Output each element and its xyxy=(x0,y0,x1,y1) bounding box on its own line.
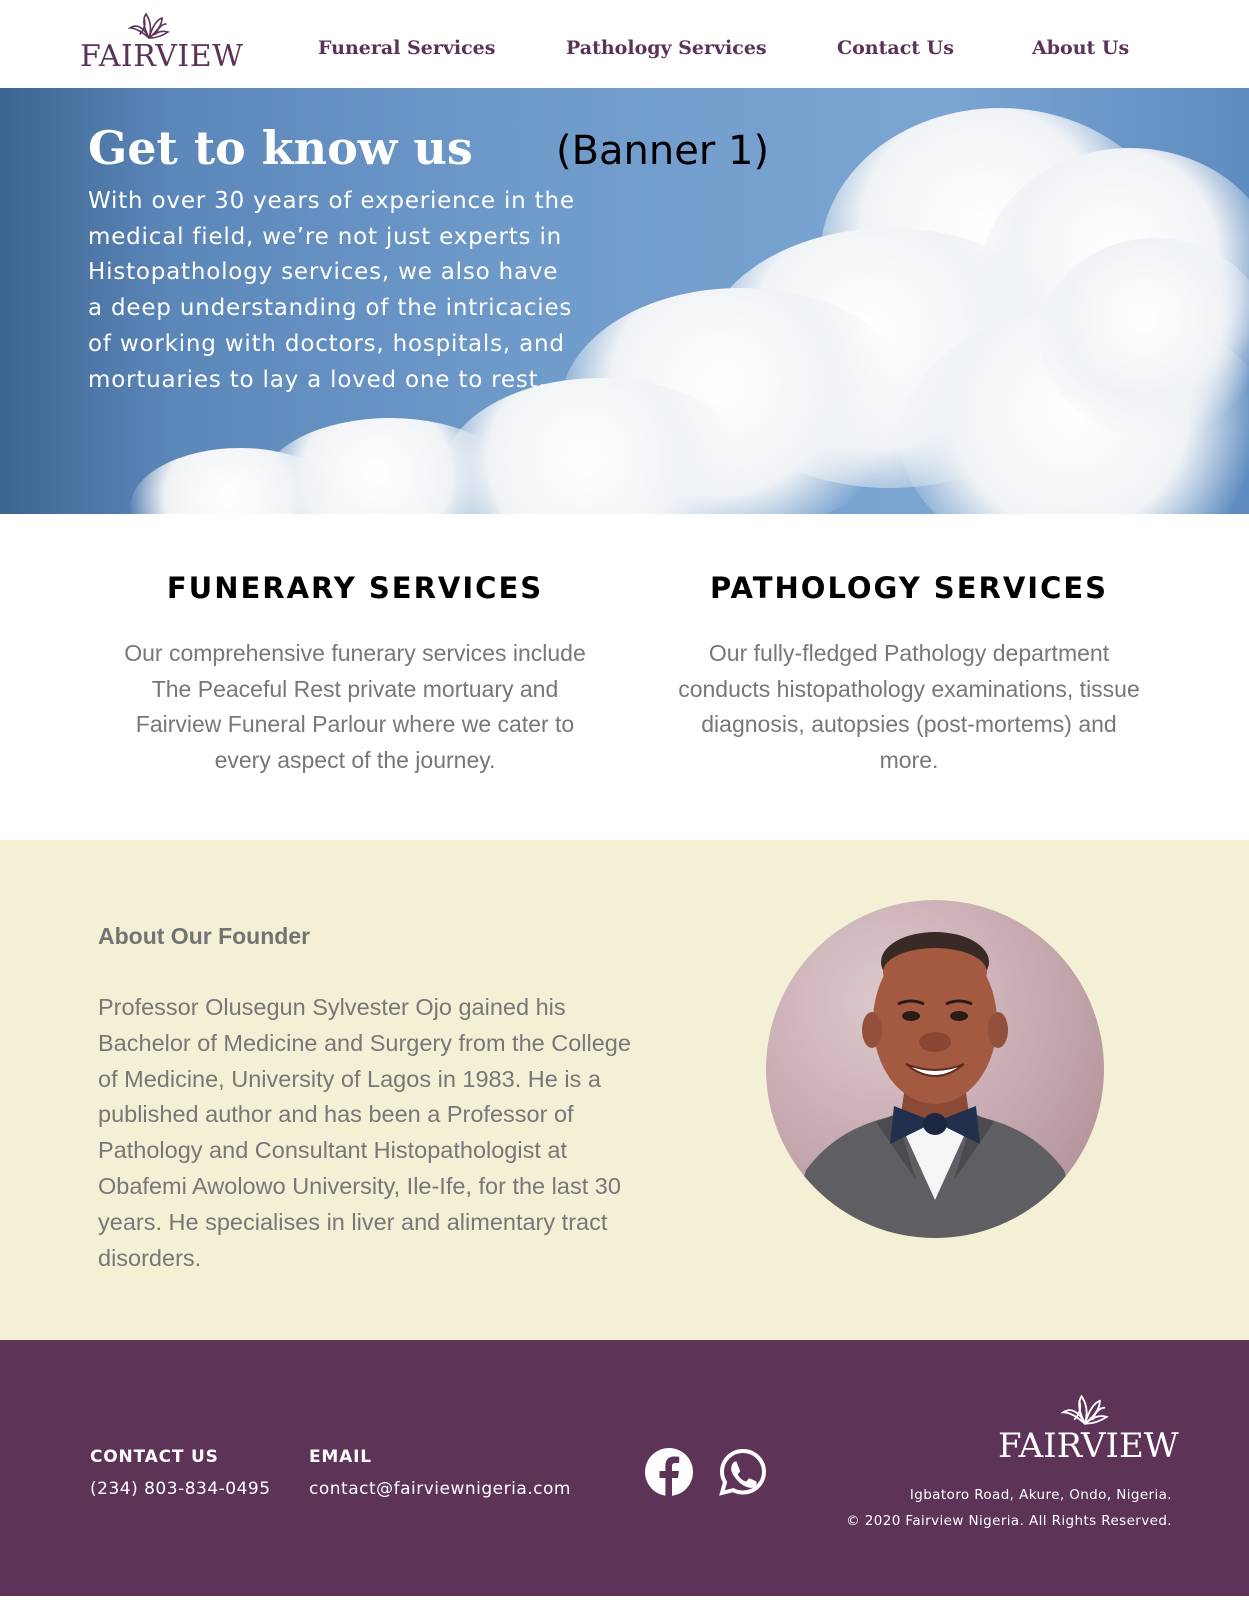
footer-logo[interactable]: FAIRVIEW xyxy=(998,1394,1179,1466)
footer-copyright: © 2020 Fairview Nigeria. All Rights Rese… xyxy=(846,1513,1172,1529)
pathology-services-text: Our fully-fledged Pathology department c… xyxy=(678,640,1140,774)
services-section: FUNERARY SERVICES Our comprehensive fune… xyxy=(0,514,1249,840)
funerary-services-title: FUNERARY SERVICES xyxy=(166,571,544,605)
header-logo[interactable]: FAIRVIEW xyxy=(80,12,244,74)
site-header: FAIRVIEW Funeral Services Pathology Serv… xyxy=(0,0,1249,88)
founder-bio: Professor Olusegun Sylvester Ojo gained … xyxy=(98,994,631,1271)
contact-us-label: CONTACT US xyxy=(90,1447,219,1467)
phone-link[interactable]: (234) 803-834-0495 xyxy=(90,1478,271,1500)
email-link[interactable]: contact@fairviewnigeria.com xyxy=(309,1478,571,1500)
email-label: EMAIL xyxy=(309,1447,372,1467)
founder-photo-image xyxy=(786,932,1084,1238)
facebook-icon[interactable] xyxy=(645,1448,693,1496)
footer-logo-wordmark: FAIRVIEW xyxy=(998,1426,1179,1466)
pathology-services-title: PATHOLOGY SERVICES xyxy=(709,571,1109,605)
banner-title: Get to know us xyxy=(88,121,473,175)
nav-pathology-services[interactable]: Pathology Services xyxy=(566,36,767,60)
banner-placeholder-tag: (Banner 1) xyxy=(556,128,770,174)
founder-heading: About Our Founder xyxy=(98,923,311,949)
footer-address: Igbatoro Road, Akure, Ondo, Nigeria. xyxy=(909,1487,1172,1503)
founder-section: About Our Founder Professor Olusegun Syl… xyxy=(0,840,1249,1340)
funerary-services-card: FUNERARY SERVICES Our comprehensive fune… xyxy=(120,568,590,779)
whatsapp-icon[interactable] xyxy=(719,1448,767,1496)
lily-logo-icon xyxy=(128,12,170,39)
nav-funeral-services[interactable]: Funeral Services xyxy=(318,36,495,60)
site-footer: CONTACT US (234) 803-834-0495 EMAIL cont… xyxy=(0,1340,1249,1596)
funerary-services-text: Our comprehensive funerary services incl… xyxy=(124,640,586,774)
founder-portrait xyxy=(766,900,1104,1238)
pathology-services-card: PATHOLOGY SERVICES Our fully-fledged Pat… xyxy=(674,568,1144,779)
nav-contact-us[interactable]: Contact Us xyxy=(837,36,954,60)
hero-banner: Get to know us (Banner 1) With over 30 y… xyxy=(0,88,1249,514)
lily-logo-icon xyxy=(1060,1394,1109,1425)
banner-description: With over 30 years of experience in the … xyxy=(88,188,575,393)
logo-wordmark: FAIRVIEW xyxy=(80,39,244,74)
nav-about-us[interactable]: About Us xyxy=(1032,36,1129,60)
